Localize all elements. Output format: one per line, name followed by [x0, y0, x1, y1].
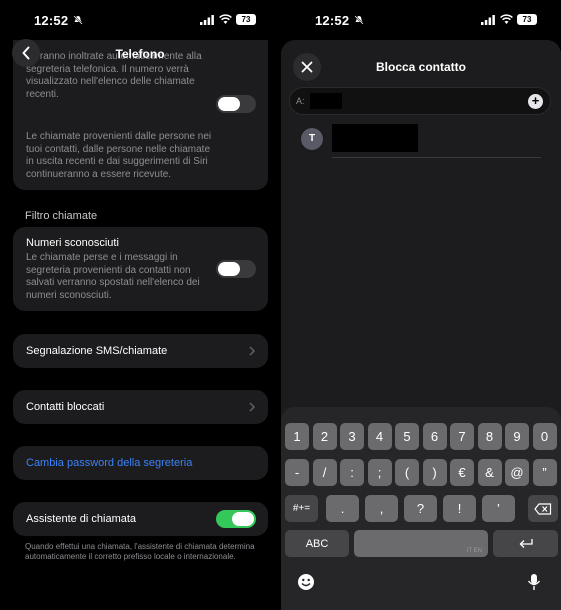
change-voicemail-password-row[interactable]: Cambia password della segreteria — [13, 446, 268, 480]
number-key[interactable]: 1 — [285, 423, 309, 450]
key-more-symbols[interactable]: #+= — [285, 495, 318, 522]
page-title: Telefono — [115, 47, 165, 61]
number-key[interactable]: 4 — [367, 423, 392, 450]
silence-unknown-toggle[interactable] — [216, 95, 256, 113]
redacted-recipient — [310, 93, 342, 109]
number-key[interactable]: 7 — [450, 423, 474, 450]
number-key[interactable]: 2 — [312, 423, 337, 450]
symbol-key[interactable]: : — [340, 459, 364, 486]
symbol-key[interactable]: ; — [367, 459, 392, 486]
number-key[interactable]: 6 — [422, 423, 447, 450]
dial-assist-toggle[interactable] — [216, 510, 256, 528]
emoji-icon — [298, 574, 314, 590]
return-key[interactable] — [493, 530, 558, 557]
microphone-icon — [527, 574, 541, 590]
symbol-key[interactable]: ) — [422, 459, 447, 486]
number-key[interactable]: 3 — [340, 423, 364, 450]
emoji-button[interactable] — [297, 573, 315, 596]
unknown-numbers-title: Numeri sconosciuti — [26, 237, 119, 249]
sheet-title: Blocca contatto — [375, 60, 466, 74]
dial-assist-row: Assistente di chiamata — [13, 502, 268, 536]
dial-assist-label: Assistente di chiamata — [26, 513, 137, 525]
number-key[interactable]: 9 — [505, 423, 529, 450]
unknown-numbers-desc: Le chiamate perse e i messaggi in segret… — [26, 252, 200, 301]
punctuation-key[interactable]: ? — [404, 495, 437, 522]
silent-bell-icon — [354, 15, 364, 25]
avatar: T — [301, 128, 323, 150]
to-label: A: — [296, 96, 305, 106]
wifi-icon — [219, 14, 232, 24]
abc-key[interactable]: ABC — [285, 530, 349, 557]
punctuation-key[interactable]: ! — [443, 495, 476, 522]
symbol-key[interactable]: / — [312, 459, 337, 486]
section-header-filter: Filtro chiamate — [25, 210, 98, 222]
language-hint: IT EN — [466, 548, 482, 554]
status-time: 12:52 — [315, 13, 350, 28]
recipient-field[interactable]: A: + — [289, 87, 551, 115]
settings-screen: 12:52 73 verranno inoltrate automaticame… — [0, 0, 280, 610]
chevron-right-icon — [249, 346, 256, 356]
symbol-key[interactable]: ( — [395, 459, 419, 486]
silence-info-text-2: Le chiamate provenienti dalle persone ne… — [26, 131, 212, 180]
symbol-key[interactable]: ” — [532, 459, 557, 486]
battery-indicator: 73 — [517, 14, 537, 25]
toggle-knob — [218, 262, 240, 276]
blocked-contacts-row[interactable]: Contatti bloccati — [13, 390, 268, 424]
chevron-right-icon — [249, 402, 256, 412]
symbol-key[interactable]: & — [477, 459, 502, 486]
toggle-knob — [218, 97, 240, 111]
add-contact-button[interactable]: + — [528, 94, 543, 109]
backspace-key[interactable] — [528, 495, 558, 522]
space-key[interactable]: IT EN — [354, 530, 488, 557]
blocked-contacts-label: Contatti bloccati — [26, 401, 105, 413]
dictation-button[interactable] — [527, 573, 541, 596]
silence-unknown-card: verranno inoltrate automaticamente alla … — [13, 40, 268, 190]
symbol-key[interactable]: € — [450, 459, 474, 486]
silent-bell-icon — [73, 15, 83, 25]
number-key[interactable]: 8 — [477, 423, 502, 450]
unknown-numbers-card: Numeri sconosciuti Le chiamate perse e i… — [13, 227, 268, 311]
change-password-link[interactable]: Cambia password della segreteria — [26, 457, 192, 469]
number-key[interactable]: 0 — [532, 423, 557, 450]
return-icon — [519, 538, 533, 548]
symbol-key[interactable]: @ — [505, 459, 529, 486]
status-bar: 12:52 73 — [0, 0, 280, 40]
backspace-icon — [534, 502, 552, 515]
wifi-icon — [500, 14, 513, 24]
battery-indicator: 73 — [236, 14, 256, 25]
sms-report-row[interactable]: Segnalazione SMS/chiamate — [13, 334, 268, 368]
signal-icon — [481, 15, 495, 25]
punctuation-key[interactable]: ’ — [482, 495, 515, 522]
status-time: 12:52 — [34, 13, 69, 28]
status-bar: 12:52 73 — [281, 0, 561, 40]
punctuation-key[interactable]: , — [365, 495, 398, 522]
unknown-numbers-toggle[interactable] — [216, 260, 256, 278]
keyboard: 1234567890 - /:;() € & @” #+= .,?!’ ABC IT E… — [281, 407, 561, 610]
signal-icon — [200, 15, 214, 25]
sms-report-label: Segnalazione SMS/chiamate — [26, 345, 168, 357]
dial-assist-footnote: Quando effettui una chiamata, l'assisten… — [25, 542, 255, 561]
toggle-knob — [232, 512, 254, 526]
redacted-contact-name — [332, 124, 418, 152]
punctuation-key[interactable]: . — [326, 495, 359, 522]
divider — [332, 157, 541, 158]
block-contact-screen: 12:52 73 Blocca contatto A: + T 12345678… — [281, 0, 561, 610]
contact-suggestion[interactable]: T — [301, 124, 541, 158]
number-key[interactable]: 5 — [395, 423, 419, 450]
symbol-key[interactable]: - — [285, 459, 309, 486]
